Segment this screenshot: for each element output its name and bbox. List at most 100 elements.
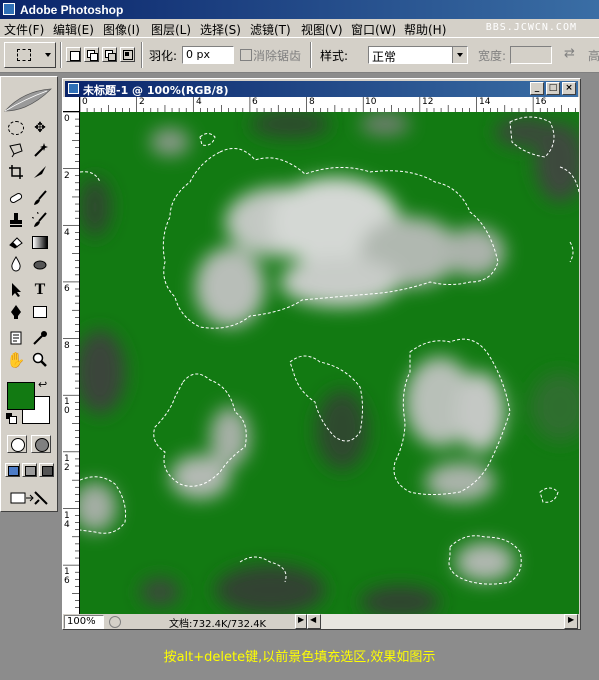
document-canvas[interactable] [80,112,579,614]
brush-tool[interactable] [29,187,51,209]
sponge-icon [33,260,47,270]
subtract-from-selection-button[interactable] [102,47,117,62]
height-label: 高 [588,49,599,63]
close-icon: × [565,83,573,93]
blur-tool[interactable] [5,253,27,275]
standard-mode-button[interactable] [7,435,27,453]
horizontal-scroll-track[interactable] [321,614,564,629]
zoom-input[interactable]: 100% [64,615,104,629]
close-button[interactable]: × [562,82,576,95]
foreground-color-swatch[interactable] [7,382,35,410]
quick-mask-icon [35,438,49,452]
maximize-button[interactable]: □ [546,82,560,95]
crop-tool[interactable] [5,161,27,183]
ruler-v-label: 0 [64,114,70,124]
jump-to-imageready-button[interactable] [7,487,51,509]
pen-tool[interactable] [5,301,27,323]
healing-brush-tool[interactable] [5,187,27,209]
magic-wand-tool[interactable] [29,139,51,161]
slice-tool[interactable] [29,161,51,183]
add-to-selection-button[interactable] [84,47,99,62]
minimize-icon: _ [534,83,540,93]
menu-window[interactable]: 窗口(W) [351,21,396,38]
status-bar: 100% 文档:732.4K/732.4K ▶ ◀ ▶ [63,614,579,630]
document-titlebar: 未标题-1 @ 100%(RGB/8) _ □ × [65,81,578,97]
history-brush-tool[interactable] [29,209,51,231]
crop-icon [9,165,23,179]
watermark-text: BBS.JCWCN.COM [485,22,577,33]
slice-knife-icon [34,166,46,178]
ruler-h-label: 6 [252,97,258,107]
menu-view[interactable]: 视图(V) [301,21,343,38]
bandage-icon [9,193,23,203]
lasso-tool[interactable] [5,139,27,161]
swap-dimensions-icon[interactable]: ⇄ [564,46,575,61]
width-input[interactable] [510,46,552,64]
ruler-h-label: 16 [535,97,547,107]
status-menu-arrow[interactable]: ▶ [295,614,307,629]
ruler-v-label: 1 4 [64,511,70,530]
path-selection-tool[interactable] [5,279,27,301]
ruler-origin[interactable] [63,97,80,112]
pen-nib-icon [11,305,21,319]
history-brush-icon [32,212,47,227]
full-screen-mode-button[interactable] [39,463,54,477]
dodge-tool[interactable] [29,253,51,275]
menu-image[interactable]: 图像(I) [103,21,140,38]
zoom-tool[interactable] [29,349,51,371]
style-select[interactable]: 正常 [368,46,468,64]
menu-layer[interactable]: 图层(L) [151,21,191,38]
standard-screen-mode-button[interactable] [5,463,20,477]
document-title: 未标题-1 @ 100%(RGB/8) [83,84,229,97]
menu-file[interactable]: 文件(F) [4,21,44,38]
clone-stamp-tool[interactable] [5,209,27,231]
move-tool[interactable]: ✥ [29,117,51,139]
maximize-icon: □ [548,83,558,93]
swap-colors-icon[interactable]: ↩ [38,378,47,391]
menu-bar: 文件(F) 编辑(E) 图像(I) 图层(L) 选择(S) 滤镜(T) 视图(V… [0,19,599,38]
eraser-tool[interactable] [5,231,27,253]
notes-tool[interactable] [5,327,27,349]
arrow-left-icon: ◀ [310,615,317,624]
app-titlebar: Adobe Photoshop [0,0,599,19]
menu-filter[interactable]: 滤镜(T) [250,21,291,38]
menu-select[interactable]: 选择(S) [200,21,241,38]
stamp-icon [10,213,22,227]
scroll-left-button[interactable]: ◀ [307,614,321,629]
eraser-icon [9,237,23,249]
rectangle-shape-tool[interactable] [29,301,51,323]
photoshop-app-icon [3,3,15,15]
minimize-button[interactable]: _ [530,82,544,95]
ruler-v-label: 1 0 [64,397,70,416]
vertical-ruler[interactable]: 0 2 4 6 8 1 0 1 2 1 4 1 6 [63,112,80,614]
feather-label: 羽化: [149,49,178,63]
options-bar: 羽化: 0 px 消除锯齿 样式: 正常 宽度: ⇄ 高 [0,38,599,73]
new-selection-button[interactable] [66,47,81,62]
screen-mode-full-icon [42,466,53,476]
eyedropper-tool[interactable] [29,327,51,349]
marquee-tool[interactable] [5,117,27,139]
menu-edit[interactable]: 编辑(E) [53,21,94,38]
menu-help[interactable]: 帮助(H) [404,21,446,38]
document-size: 文档:732.4K/732.4K [169,619,267,630]
type-t-icon: T [34,281,46,298]
type-tool[interactable]: T [29,279,51,301]
tutorial-caption: 按alt+delete键,以前景色填充选区,效果如图示 [163,650,436,665]
antialias-label: 消除锯齿 [253,49,302,63]
intersect-selection-button[interactable] [120,47,135,62]
antialias-checkbox[interactable] [240,49,252,61]
feather-input[interactable]: 0 px [182,46,234,64]
horizontal-ruler[interactable]: 0 2 4 6 8 10 12 14 16 [80,97,579,113]
hand-tool[interactable]: ✋ [5,349,27,371]
ruler-v-label: 4 [64,228,70,238]
quick-mask-button[interactable] [31,435,51,453]
marquee-tool-preset-picker[interactable] [4,42,56,68]
app-title: Adobe Photoshop [20,3,124,17]
gradient-tool[interactable] [29,231,51,253]
default-colors-icon[interactable] [6,413,17,424]
style-value: 正常 [372,50,397,64]
screen-mode-menu-icon [25,466,36,476]
full-screen-menu-mode-button[interactable] [22,463,37,477]
horizontal-ruler-ticks [80,97,576,112]
scroll-right-button[interactable]: ▶ [564,614,578,629]
